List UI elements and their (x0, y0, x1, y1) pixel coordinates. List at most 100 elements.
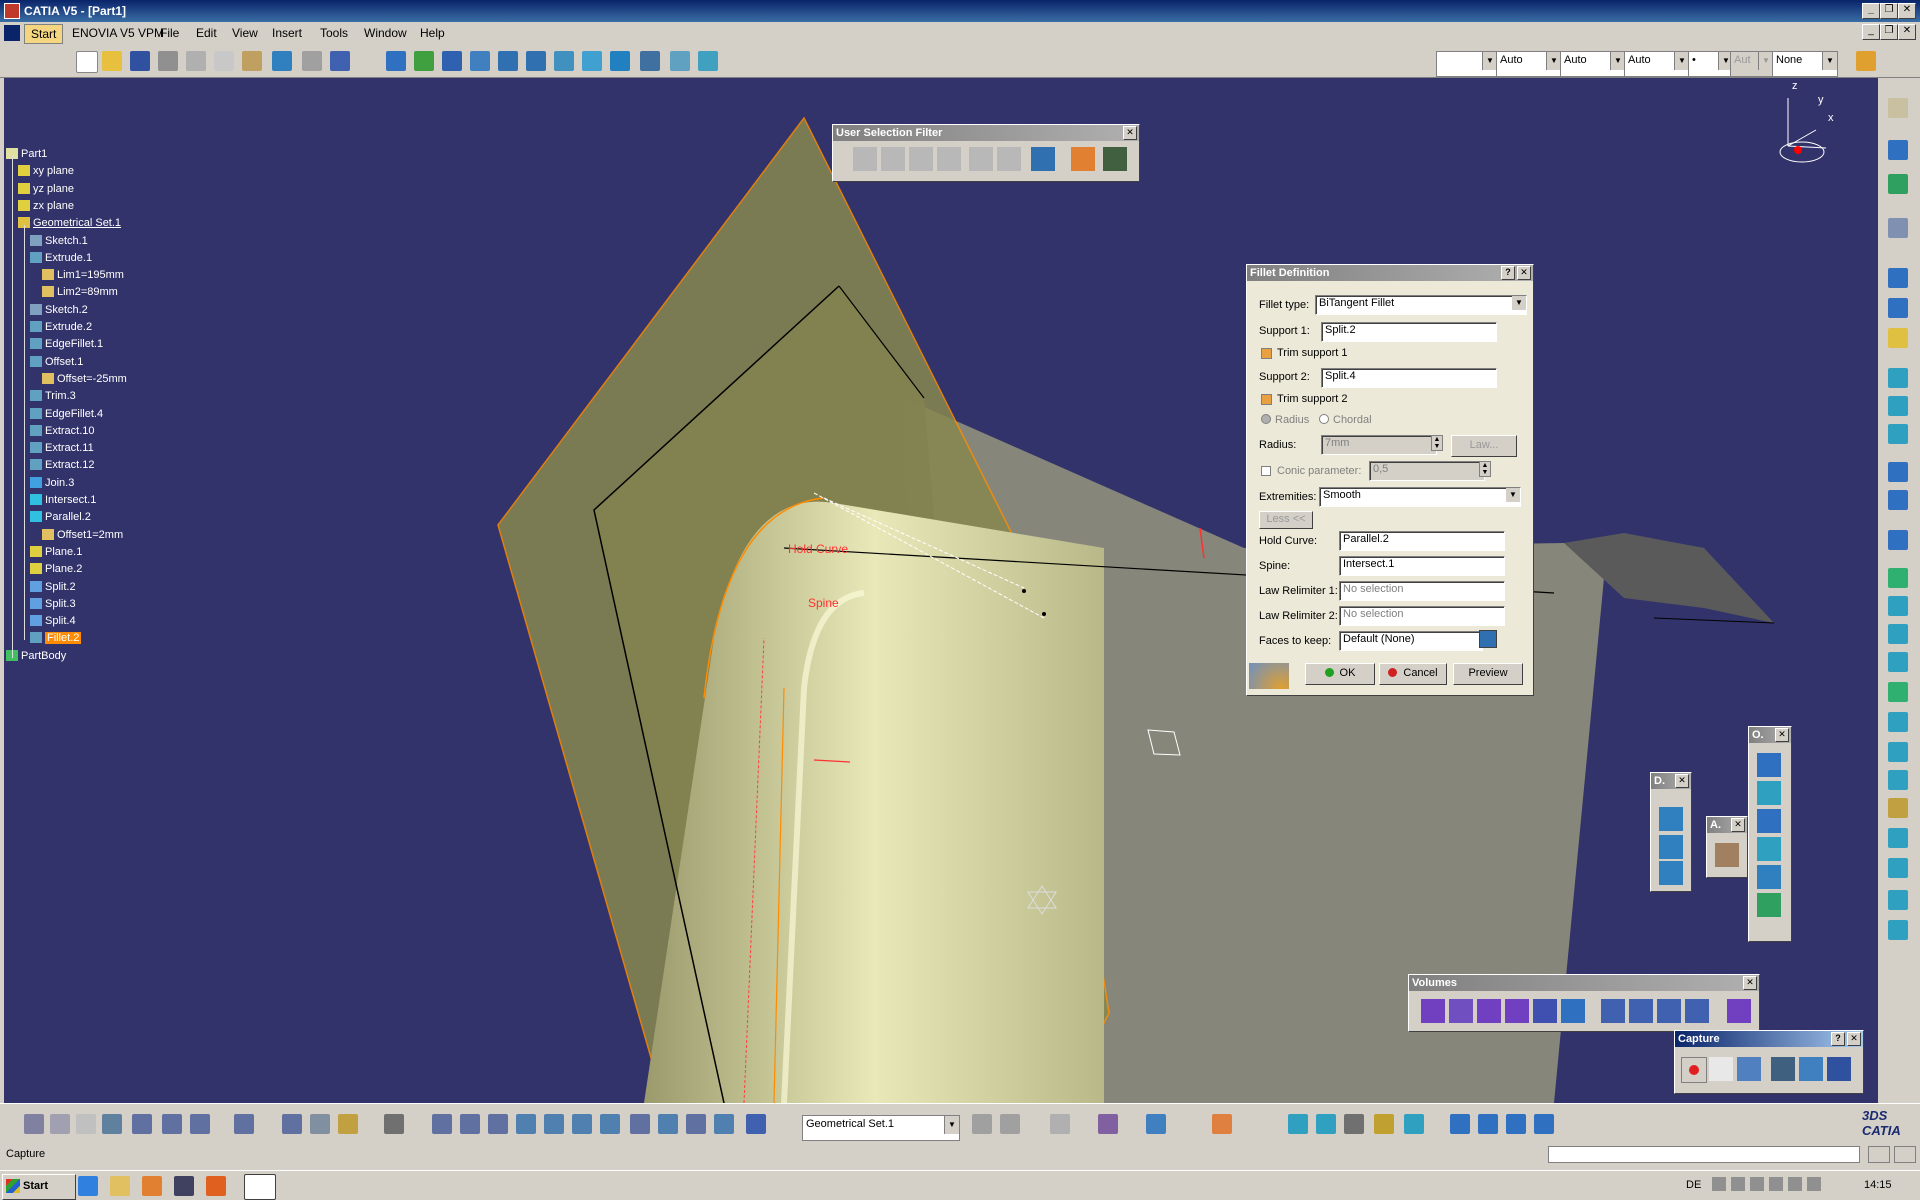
support2-field[interactable]: Split.4 (1321, 368, 1497, 388)
multi-view-icon[interactable] (582, 51, 602, 71)
close-icon[interactable]: ✕ (1847, 1032, 1861, 1046)
catia-doc-icon[interactable] (4, 25, 20, 41)
tree-item[interactable]: Extract.12 (30, 459, 95, 471)
surface-filter-icon[interactable] (909, 147, 933, 171)
cut-icon[interactable] (186, 51, 206, 71)
measure-icon[interactable] (190, 1114, 210, 1134)
geometry-canvas[interactable] (4, 78, 1878, 1103)
hold-curve-field[interactable]: Parallel.2 (1339, 531, 1505, 551)
paste-icon[interactable] (242, 51, 262, 71)
reorder-icon[interactable] (282, 1114, 302, 1134)
geometrical-set-combo[interactable]: Geometrical Set.1 ▼ (802, 1115, 960, 1141)
sketch-analysis-icon[interactable] (432, 1114, 452, 1134)
whats-this-icon[interactable] (330, 51, 350, 71)
split-icon[interactable] (1888, 742, 1908, 762)
hide-show-icon[interactable] (670, 51, 690, 71)
close-icon[interactable]: ✕ (1517, 266, 1531, 280)
o-tool-2-icon[interactable] (1757, 781, 1781, 805)
circle-icon[interactable] (1888, 462, 1908, 482)
media-icon[interactable] (142, 1176, 162, 1196)
axis-icon[interactable] (488, 1114, 508, 1134)
tree-item[interactable]: Offset=-25mm (42, 372, 127, 385)
menu-help[interactable]: Help (420, 26, 445, 40)
line-thickness-combo[interactable]: Auto ▼ (1560, 51, 1626, 77)
close-icon[interactable]: ✕ (1731, 818, 1745, 832)
rotate-icon[interactable] (470, 51, 490, 71)
tree-item[interactable]: Parallel.2 (30, 511, 91, 523)
menu-file[interactable]: File (160, 26, 179, 40)
menu-insert[interactable]: Insert (272, 26, 302, 40)
tree-item[interactable]: EdgeFillet.1 (30, 338, 103, 350)
line-icon[interactable] (1888, 298, 1908, 318)
tree-item[interactable]: Split.2 (30, 580, 76, 593)
extract-icon[interactable] (1888, 712, 1908, 732)
tree-item[interactable]: Fillet.2 (30, 632, 82, 645)
redo-icon[interactable] (302, 51, 322, 71)
work-on-support-icon[interactable] (572, 1114, 592, 1134)
hand-icon[interactable] (460, 1114, 480, 1134)
tools-palette-icon[interactable] (1031, 147, 1055, 171)
connect-icon[interactable] (1450, 1114, 1470, 1134)
close-icon[interactable]: ✕ (1675, 774, 1689, 788)
sketcher-icon[interactable] (1888, 174, 1908, 194)
copy-icon[interactable] (214, 51, 234, 71)
draft-analysis-icon[interactable] (686, 1114, 706, 1134)
quick-select-icon[interactable] (1071, 147, 1095, 171)
faces-to-keep-field[interactable]: Default (None) (1339, 631, 1483, 651)
close-button[interactable]: ✕ (1898, 3, 1916, 19)
firefox-icon[interactable] (206, 1176, 226, 1196)
menu-view[interactable]: View (232, 26, 258, 40)
swap-space-icon[interactable] (698, 51, 718, 71)
part-design-icon[interactable] (1888, 98, 1908, 118)
new-icon[interactable] (76, 51, 98, 73)
d-tool-1-icon[interactable] (1659, 807, 1683, 831)
corner-icon[interactable] (1888, 530, 1908, 550)
intersect-volume-icon[interactable] (1657, 999, 1681, 1023)
language-indicator[interactable]: DE (1686, 1179, 1701, 1191)
radius-radio[interactable] (1261, 414, 1271, 424)
point-icon[interactable] (1888, 268, 1908, 288)
zoom-in-icon[interactable] (498, 51, 518, 71)
trim-support2-checkbox[interactable] (1261, 394, 1272, 405)
sew-icon[interactable] (1727, 999, 1751, 1023)
geoset-icon[interactable] (746, 1114, 766, 1134)
plane-icon[interactable] (1888, 328, 1908, 348)
bottle-icon[interactable] (338, 1114, 358, 1134)
feature-filter-icon[interactable] (969, 147, 993, 171)
remove-icon[interactable] (1629, 999, 1653, 1023)
ok-button[interactable]: OK (1305, 663, 1375, 685)
analysis-icon[interactable] (162, 1114, 182, 1134)
transparency-combo[interactable]: Auto ▼ (1496, 51, 1562, 77)
normal-view-icon[interactable] (554, 51, 574, 71)
law-icon[interactable] (1888, 890, 1908, 910)
operations-icon[interactable] (1534, 1114, 1554, 1134)
menu-tools[interactable]: Tools (320, 26, 348, 40)
offset-icon[interactable] (1888, 568, 1908, 588)
knowledge-icon[interactable] (50, 1114, 70, 1134)
thick-surface-icon[interactable] (1533, 999, 1557, 1023)
app-icon[interactable] (174, 1176, 194, 1196)
fillet-type-select[interactable]: BiTangent Fillet ▼ (1315, 295, 1527, 315)
sweep-icon[interactable] (1888, 424, 1908, 444)
preview-button[interactable]: Preview (1453, 663, 1523, 685)
surface-analysis-icon[interactable] (630, 1114, 650, 1134)
extremities-select[interactable]: Smooth ▼ (1319, 487, 1521, 507)
compass[interactable]: z y x (1768, 80, 1834, 168)
tree-item[interactable]: Lim1=195mm (42, 269, 124, 281)
help-button[interactable]: ? (1501, 266, 1515, 280)
tree-item[interactable]: yz plane (18, 182, 74, 195)
translate-icon[interactable] (1888, 798, 1908, 818)
ie-icon[interactable] (78, 1176, 98, 1196)
tree-item[interactable]: Extrude.1 (30, 251, 92, 264)
save-icon[interactable] (130, 51, 150, 71)
conic-spinner[interactable]: ▲ ▼ (1479, 461, 1491, 477)
tree-item[interactable]: Lim2=89mm (42, 286, 118, 298)
support1-field[interactable]: Split.2 (1321, 322, 1497, 342)
faces-to-keep-picker-icon[interactable] (1479, 630, 1497, 648)
tree-item[interactable]: xy plane (18, 165, 74, 177)
tree-item[interactable]: zx plane (18, 199, 74, 212)
text-annotation-icon[interactable] (1050, 1114, 1070, 1134)
help-button[interactable]: ? (1831, 1032, 1845, 1046)
d-tool-2-icon[interactable] (1659, 835, 1683, 859)
start-button[interactable]: Start (2, 1174, 76, 1200)
